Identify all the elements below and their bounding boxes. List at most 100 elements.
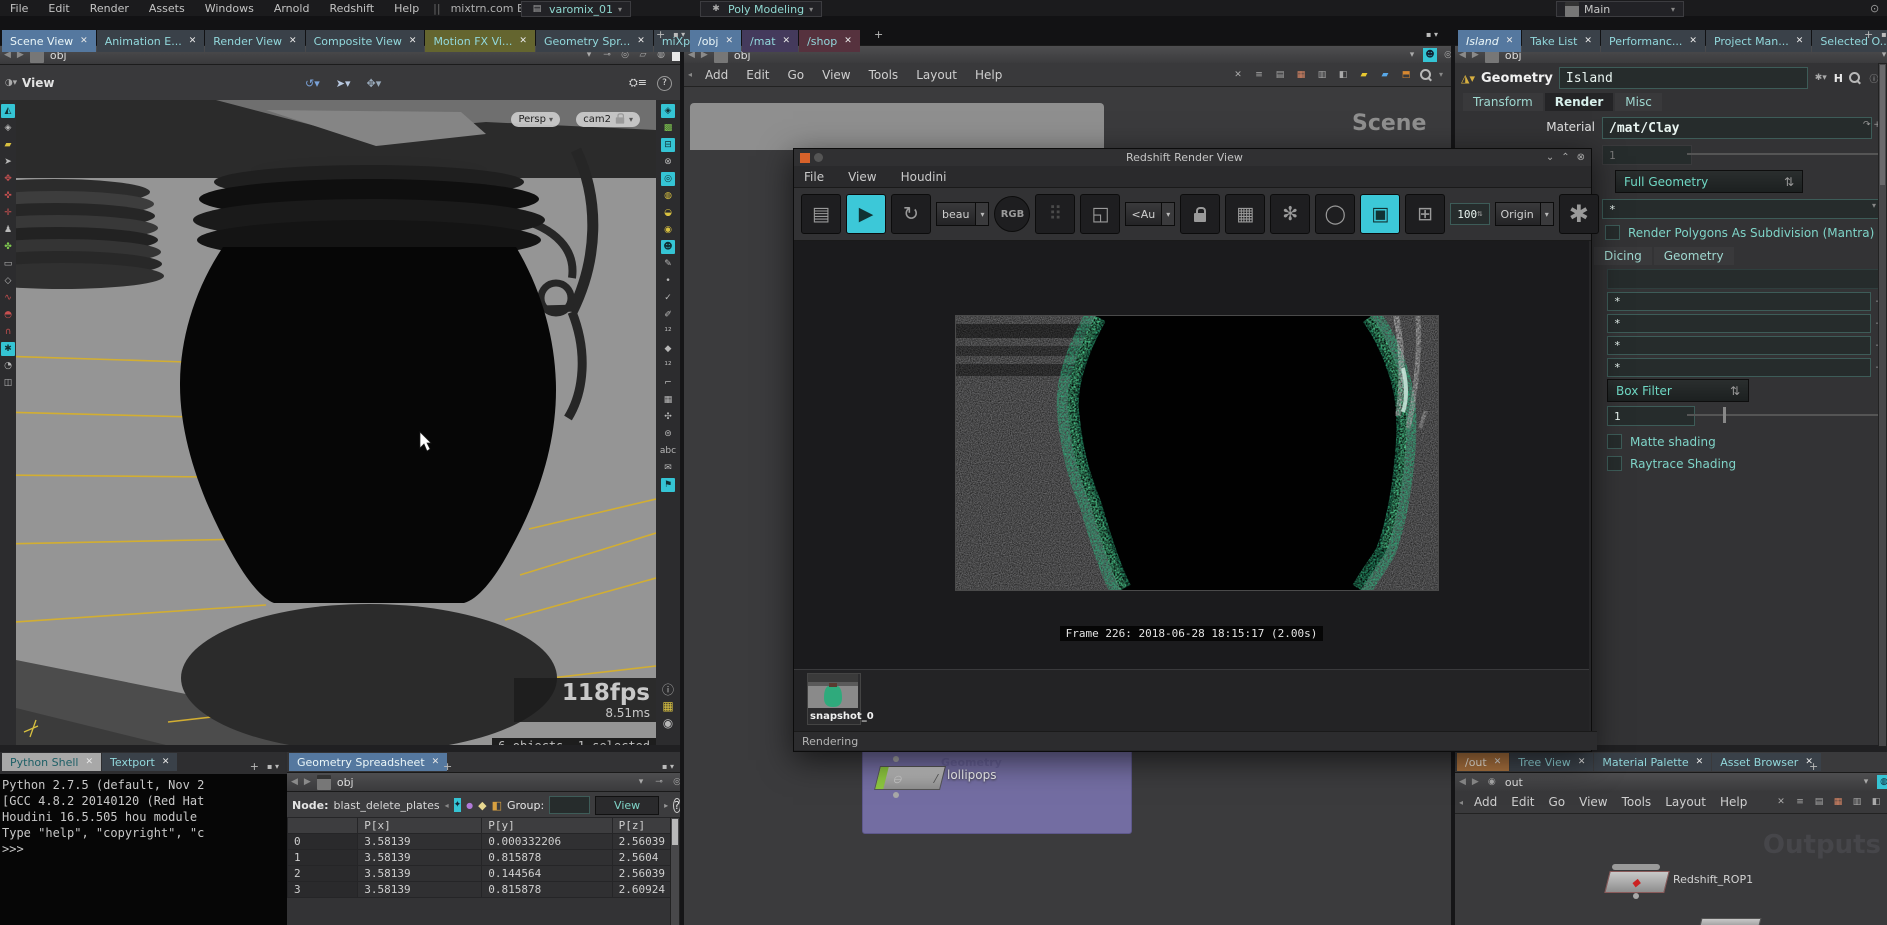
out-pane[interactable]: /out✕Tree View✕Material Palette✕Asset Br… [1455, 752, 1887, 925]
back-icon[interactable]: ◀ [291, 777, 298, 787]
param-tab[interactable]: Misc [1615, 93, 1662, 111]
geometry-node[interactable]: 🜔 / [874, 766, 946, 790]
lights-off-icon[interactable]: ⊗ [661, 155, 675, 169]
node-title[interactable]: Redshift_ROP1 [1673, 873, 1753, 886]
param-tab[interactable]: Transform [1463, 93, 1543, 111]
close-icon[interactable]: ✕ [783, 36, 791, 46]
detail-icon[interactable]: ◧ [492, 799, 502, 812]
take-selector[interactable]: Main▾ [1556, 1, 1684, 17]
view-menu-icon[interactable]: ◑▾ [4, 76, 18, 90]
menu-item[interactable]: Edit [1504, 795, 1541, 809]
pane-tab[interactable]: Geometry Spreadsheet✕ [289, 753, 447, 771]
magnet-tool-icon[interactable]: ◓ [1, 308, 15, 322]
draw-display-icon[interactable]: ✎ [661, 257, 675, 271]
pin-icon[interactable]: ⊸ [652, 775, 666, 789]
lod-slider[interactable] [1687, 153, 1883, 155]
network-box[interactable]: Geometry 🜔 / lollipops [862, 749, 1132, 834]
zoom-spinner[interactable]: 100⇅ [1450, 203, 1489, 225]
snippet-icon[interactable]: ◧ [1869, 795, 1883, 809]
maximize-icon[interactable]: ⌃ [1561, 152, 1569, 163]
redshift-render-view-window[interactable]: Redshift Render View ⌄ ⌃ ⊗ FileViewHoudi… [793, 148, 1592, 752]
prims-diamond-icon[interactable]: ◆ [478, 799, 486, 812]
dropdown-icon[interactable]: ▾ [634, 775, 648, 789]
corner-ruler-icon[interactable]: ⌐ [661, 376, 675, 390]
help-icon[interactable]: ? [657, 76, 672, 91]
menu-item[interactable]: View [838, 170, 886, 184]
node-title[interactable]: lollipops [947, 768, 997, 782]
table-row[interactable]: 33.58139 0.8158782.60924 [288, 882, 672, 898]
sheet-table-wrap[interactable]: P[x] P[y] P[z] 03.58139 0.0003322062.560… [287, 817, 672, 925]
display-options-icon[interactable]: ⛭≡ [629, 76, 647, 91]
menu-item[interactable]: Redshift [319, 2, 384, 15]
right-tab-controls[interactable]: +▪ [1864, 23, 1887, 45]
pattern-field[interactable]: * [1607, 314, 1871, 333]
view-circle-icon[interactable]: ◎ [661, 172, 675, 186]
menu-item[interactable]: Help [384, 2, 429, 15]
pane-tab[interactable]: Motion FX Vi...✕ [425, 30, 535, 52]
dither-icon[interactable]: ⠿ [1035, 194, 1075, 234]
menu-item[interactable]: Tools [1615, 795, 1659, 809]
menu-item[interactable]: Add [696, 68, 737, 82]
normals-display-icon[interactable]: ✓ [661, 291, 675, 305]
freeze-icon[interactable]: ✻ [1270, 194, 1310, 234]
close-icon[interactable]: ✕ [80, 36, 88, 46]
pane-tab[interactable]: /shop✕ [799, 30, 860, 52]
python-shell-output[interactable]: Python 2.7.5 (default, Nov 2[GCC 4.8.2 2… [0, 774, 289, 925]
crop-icon[interactable]: ◱ [1080, 194, 1120, 234]
perspective-selector[interactable]: Persp▾ [511, 112, 560, 127]
matte-checkbox[interactable] [1607, 434, 1622, 449]
pane-tab[interactable]: /out✕ [1457, 753, 1509, 771]
sticky-note-icon[interactable]: ▰ [1357, 68, 1371, 82]
grid-display-icon[interactable]: ▦ [661, 393, 675, 407]
node-flag[interactable] [875, 767, 888, 789]
render-group-field[interactable]: * [1602, 199, 1880, 219]
prim-numbers-icon[interactable]: ¹² [661, 359, 675, 373]
tools-icon[interactable]: ✕ [1774, 795, 1788, 809]
pane-tab[interactable]: /obj✕ [690, 30, 741, 52]
col-header[interactable]: P[y] [482, 818, 612, 834]
grid-icon[interactable]: ▥ [1850, 795, 1864, 809]
close-icon[interactable]: ✕ [289, 36, 297, 46]
folder-tab[interactable]: Dicing [1594, 247, 1652, 265]
menu-item[interactable]: Go [1542, 795, 1573, 809]
palette-grid-icon[interactable]: ▦ [1294, 68, 1308, 82]
translate-handle-icon[interactable]: ✥ [1, 172, 15, 186]
close-icon[interactable]: ✕ [409, 36, 417, 46]
back-icon[interactable]: ◀ [1459, 777, 1466, 787]
snapshot-icon[interactable]: ▩ [661, 121, 675, 135]
dropdown-icon[interactable]: ▾ [1405, 48, 1419, 62]
pane-tab[interactable]: Performanc...✕ [1601, 30, 1705, 52]
global-options-icon[interactable]: ⊙ [1870, 2, 1879, 15]
close-icon[interactable]: ✕ [637, 36, 645, 46]
snap-circle-icon[interactable]: ◔ [1, 359, 15, 373]
group-input[interactable] [549, 796, 590, 814]
subdiv-checkbox[interactable] [1605, 225, 1620, 240]
folder-tab[interactable]: Geometry [1654, 247, 1734, 265]
menu-item[interactable]: Arnold [264, 2, 320, 15]
cylinder-tool-icon[interactable]: ◫ [1, 376, 15, 390]
menu-item[interactable]: Windows [195, 2, 264, 15]
pin-light-icon[interactable]: ◉ [661, 223, 675, 237]
pane-tab[interactable]: Textport✕ [102, 753, 177, 771]
gear-menu-icon[interactable]: ✱▾ [1814, 71, 1828, 85]
pattern-field[interactable]: * [1607, 292, 1871, 311]
close-icon[interactable]: ✕ [189, 36, 197, 46]
search-icon[interactable] [1420, 69, 1432, 81]
menu-item[interactable]: Add [1467, 795, 1504, 809]
lod-field[interactable]: 1 [1602, 145, 1692, 165]
grid-icon[interactable]: ▥ [1315, 68, 1329, 82]
render-pass-dropdown[interactable]: beau▾ [936, 202, 989, 226]
pen-note-icon[interactable]: ▰ [1378, 68, 1392, 82]
menu-item[interactable]: Help [966, 68, 1011, 82]
lasso-tool-icon[interactable]: ◇ [1, 274, 15, 288]
pen-display-icon[interactable]: ✐ [661, 308, 675, 322]
node-output-connector[interactable] [893, 792, 899, 798]
headlight-icon[interactable]: ◍ [661, 189, 675, 203]
pane-tab[interactable]: Take List✕ [1522, 30, 1600, 52]
points-display-icon[interactable]: • [661, 274, 675, 288]
circle-list-icon[interactable]: ⊜ [661, 427, 675, 441]
pane-tab[interactable]: /mat✕ [742, 30, 798, 52]
desktop-selector[interactable]: ▤ varomix_01▾ [521, 1, 631, 17]
close-icon[interactable]: ✕ [432, 757, 440, 767]
menu-item[interactable]: Render [80, 2, 139, 15]
